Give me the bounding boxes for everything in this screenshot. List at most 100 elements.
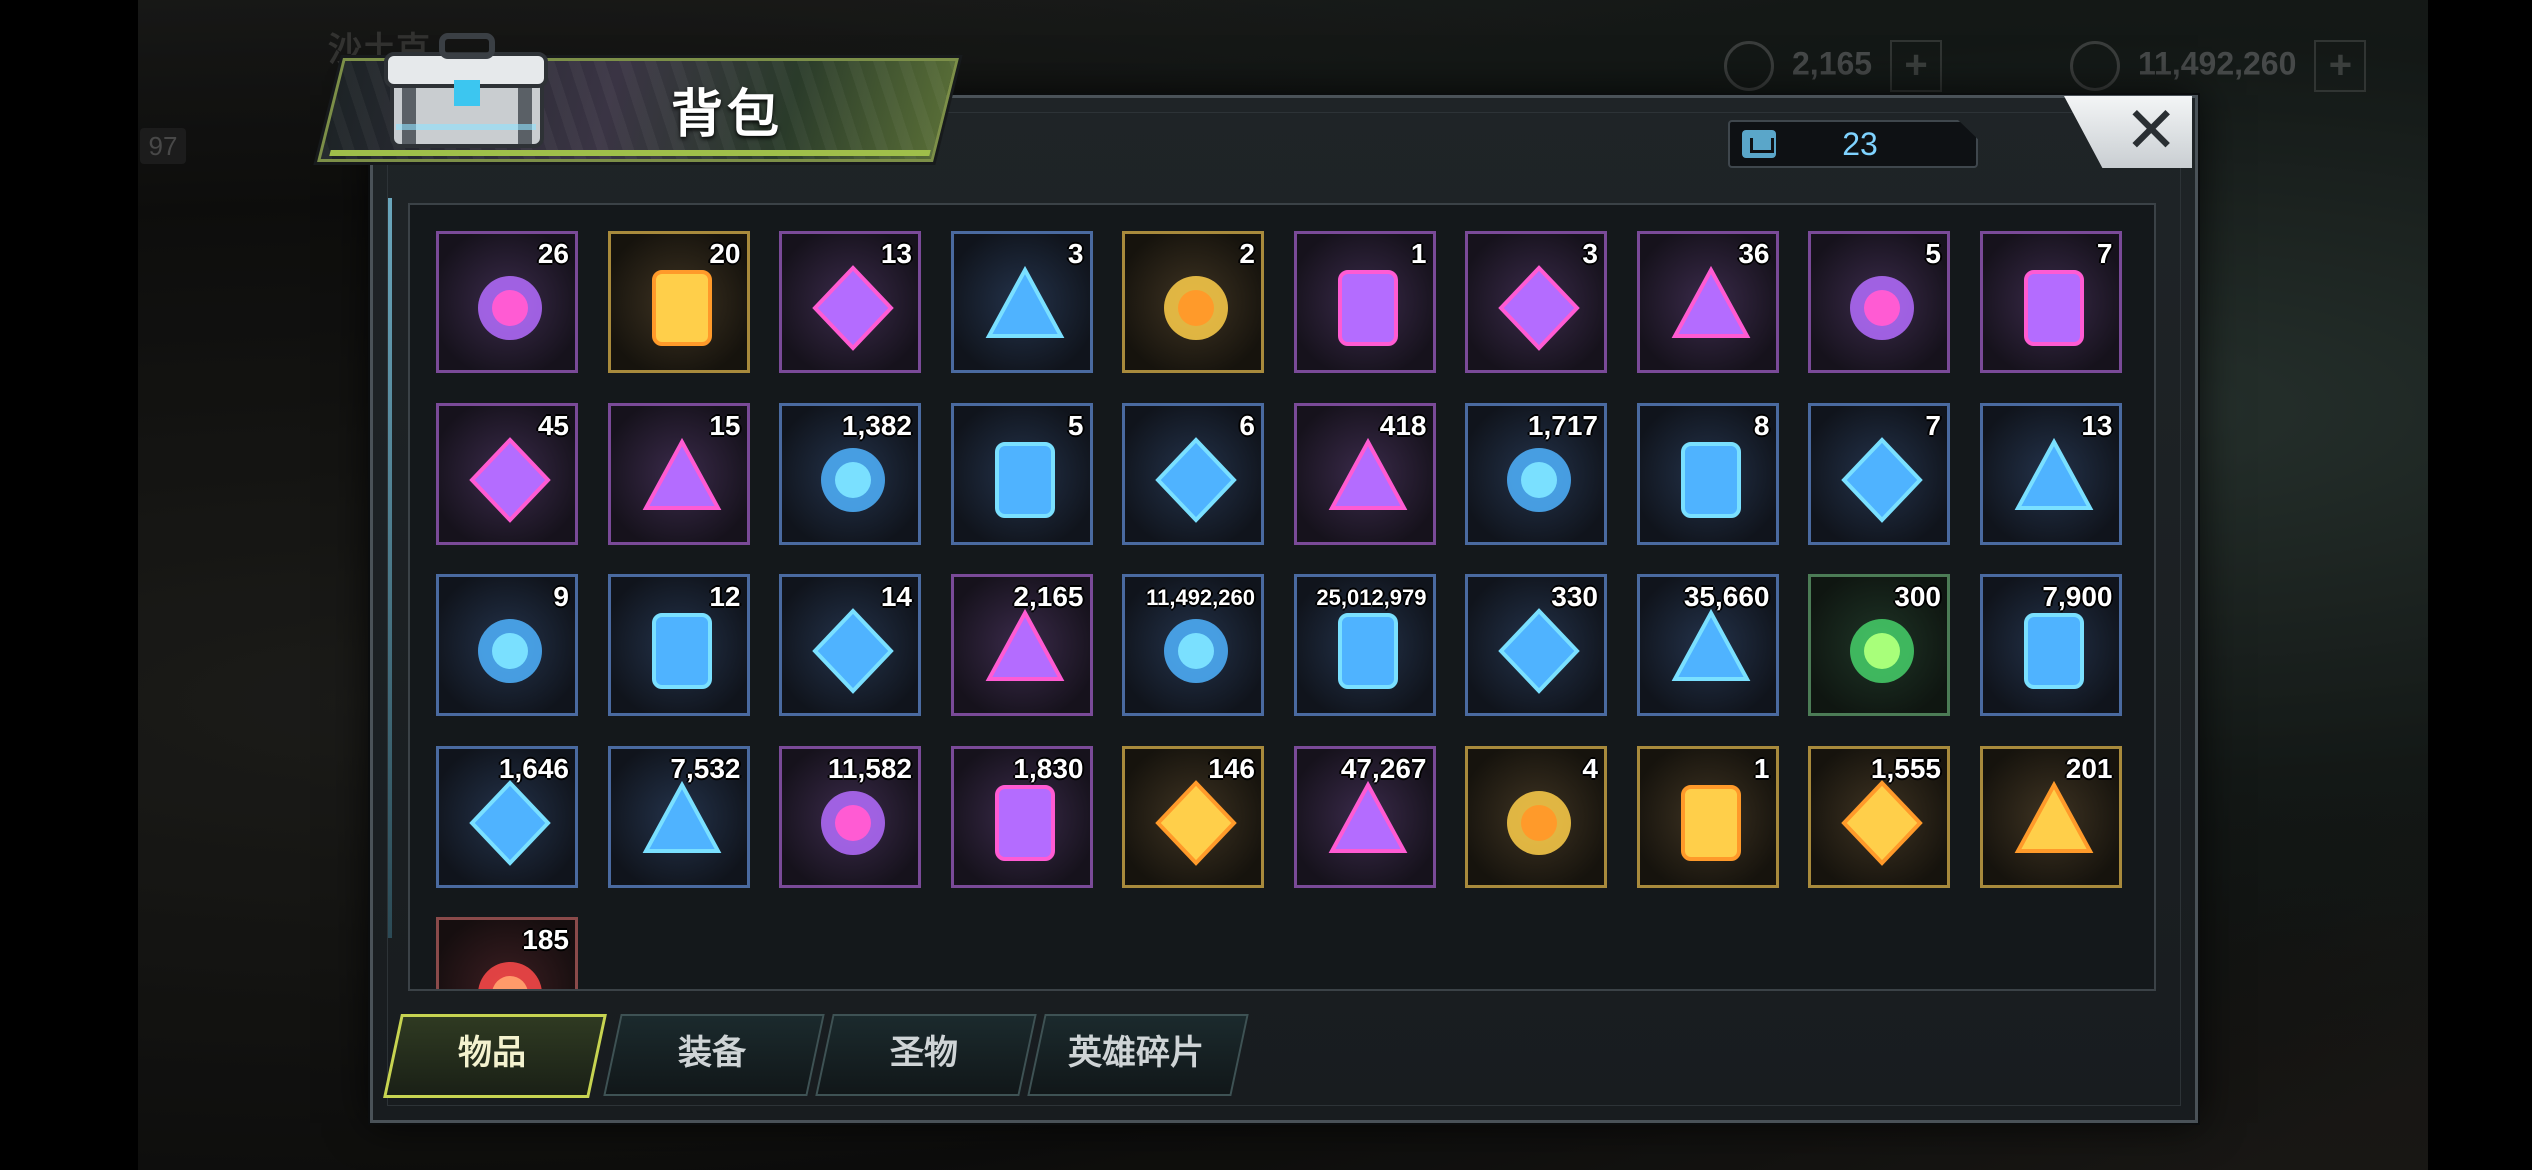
item-slot[interactable]: 26 <box>436 231 578 373</box>
item-count: 1 <box>1410 238 1427 269</box>
item-slot[interactable]: 146 <box>1122 745 1264 888</box>
item-slot[interactable]: 15 <box>607 402 750 545</box>
item-count: 26 <box>537 238 569 269</box>
boots-blueprint-icon <box>1661 430 1761 530</box>
chest-icon <box>372 28 552 158</box>
metal-crate-icon <box>1318 258 1418 358</box>
gear-icon <box>1661 601 1761 701</box>
item-count: 25,012,979 <box>1316 585 1427 610</box>
item-count: 9 <box>553 581 569 612</box>
neon-sword-icon <box>632 430 732 530</box>
item-count: 5 <box>1925 238 1941 269</box>
red-bottlecap-icon <box>1146 258 1246 358</box>
item-slot[interactable]: 7,900 <box>1979 574 2122 716</box>
item-count: 201 <box>2065 752 2113 784</box>
bag-capacity: 23 <box>1728 120 1978 168</box>
item-slot[interactable]: 7 <box>1979 231 2122 373</box>
item-slot[interactable]: 35,660 <box>1636 574 1779 716</box>
item-slot[interactable]: 12 <box>607 574 750 716</box>
item-count: 5 <box>1067 409 1084 441</box>
tab-relics-label: 圣物 <box>890 1034 958 1072</box>
item-grid-viewport: 26 20 13 3 2 1 3 36 5 7 45 15 1,382 5 6 418 1,717 8 7 13 9 12… <box>410 205 2154 989</box>
item-slot[interactable]: 201 <box>1979 745 2122 888</box>
item-slot[interactable]: 1,717 <box>1465 402 1607 545</box>
item-slot[interactable]: 5 <box>950 402 1093 545</box>
golden-fist-icon <box>632 773 732 873</box>
item-slot[interactable]: 11,492,260 <box>1122 574 1264 716</box>
shirt-blueprint-icon <box>632 601 732 701</box>
item-count: 146 <box>1208 752 1255 784</box>
item-slot[interactable]: 45 <box>436 402 578 545</box>
item-slot[interactable]: 14 <box>779 574 921 716</box>
tab-equipment-label: 装备 <box>678 1034 746 1072</box>
item-count: 7,900 <box>2042 581 2113 612</box>
purple-orb-icon <box>1489 601 1589 701</box>
red-network-orb-icon <box>1832 601 1932 701</box>
item-count: 7 <box>2096 238 2113 269</box>
item-count: 1 <box>1753 752 1770 784</box>
tab-hero-fragments-label: 英雄碎片 <box>1068 1034 1204 1072</box>
item-slot[interactable]: 20 <box>607 231 750 373</box>
propeller-medal-icon <box>1661 773 1761 873</box>
item-slot[interactable]: 47,267 <box>1293 745 1436 888</box>
item-count: 2 <box>1239 238 1255 269</box>
swords-blueprint-icon <box>2004 430 2104 530</box>
page-title: 背包 <box>670 86 783 144</box>
hat-blueprint-icon <box>460 601 560 701</box>
item-slot[interactable]: 13 <box>1979 402 2122 545</box>
item-slot[interactable]: 13 <box>779 231 921 373</box>
item-count: 35,660 <box>1683 581 1770 612</box>
item-slot[interactable]: 330 <box>1465 574 1607 716</box>
item-slot[interactable]: 7 <box>1808 402 1950 545</box>
item-slot[interactable]: 11,582 <box>779 745 921 888</box>
item-slot[interactable]: 1,646 <box>436 745 578 888</box>
item-count: 1,382 <box>841 409 912 441</box>
item-slot[interactable]: 25,012,979 <box>1293 574 1436 716</box>
biohazard-crystal-icon <box>1318 773 1418 873</box>
white-triangle-shard-icon <box>460 773 560 873</box>
item-slot[interactable]: 1,382 <box>779 402 921 545</box>
green-battery-icon <box>1318 601 1418 701</box>
item-slot[interactable]: 1,555 <box>1808 745 1950 888</box>
item-slot[interactable]: 2 <box>1122 231 1264 373</box>
close-icon: ✕ <box>2124 94 2178 166</box>
cinema-ticket-icon <box>803 430 903 530</box>
red-rock-crystal-icon <box>1832 773 1932 873</box>
item-count: 2,165 <box>1013 581 1084 612</box>
item-slot[interactable]: 4 <box>1465 745 1607 888</box>
item-count: 13 <box>2081 409 2113 441</box>
item-slot[interactable]: 6 <box>1122 402 1264 545</box>
item-slot[interactable]: 2,165 <box>950 574 1093 716</box>
speed-up-hourglass-icon <box>460 258 560 358</box>
grid-scroll-accent <box>388 198 392 938</box>
item-count: 185 <box>522 924 569 955</box>
item-slot[interactable]: 1 <box>1293 231 1436 373</box>
item-count: 3 <box>1582 238 1598 269</box>
item-slot[interactable]: 3 <box>1465 231 1607 373</box>
item-slot[interactable]: 36 <box>1636 231 1779 373</box>
speedup-4h-card-icon <box>975 258 1075 358</box>
item-count: 14 <box>880 581 912 612</box>
item-slot[interactable]: 7,532 <box>607 745 750 888</box>
item-count: 1,646 <box>498 752 569 784</box>
item-slot[interactable]: 185 <box>436 917 578 989</box>
item-slot[interactable]: 1 <box>1636 745 1779 888</box>
item-count: 418 <box>1379 409 1427 441</box>
film-reel-icon <box>1661 258 1761 358</box>
item-grid[interactable]: 26 20 13 3 2 1 3 36 5 7 45 15 1,382 5 6 418 1,717 8 7 13 9 12… <box>408 203 2156 991</box>
item-slot[interactable]: 5 <box>1808 231 1950 373</box>
item-slot[interactable]: 1,830 <box>950 745 1093 888</box>
item-count: 1,555 <box>1870 752 1941 784</box>
item-slot[interactable]: 418 <box>1293 402 1436 545</box>
item-slot[interactable]: 9 <box>436 574 578 716</box>
item-count: 3 <box>1067 238 1084 269</box>
item-count: 20 <box>709 238 741 269</box>
item-count: 36 <box>1738 238 1770 269</box>
blue-bottlecap-icon <box>1146 430 1246 530</box>
item-slot[interactable]: 8 <box>1636 402 1779 545</box>
item-slot[interactable]: 300 <box>1808 574 1950 716</box>
item-count: 7,532 <box>670 752 741 784</box>
speedup-12h-card-icon <box>803 258 903 358</box>
item-slot[interactable]: 3 <box>950 231 1093 373</box>
bag-capacity-value: 23 <box>1842 126 1878 162</box>
